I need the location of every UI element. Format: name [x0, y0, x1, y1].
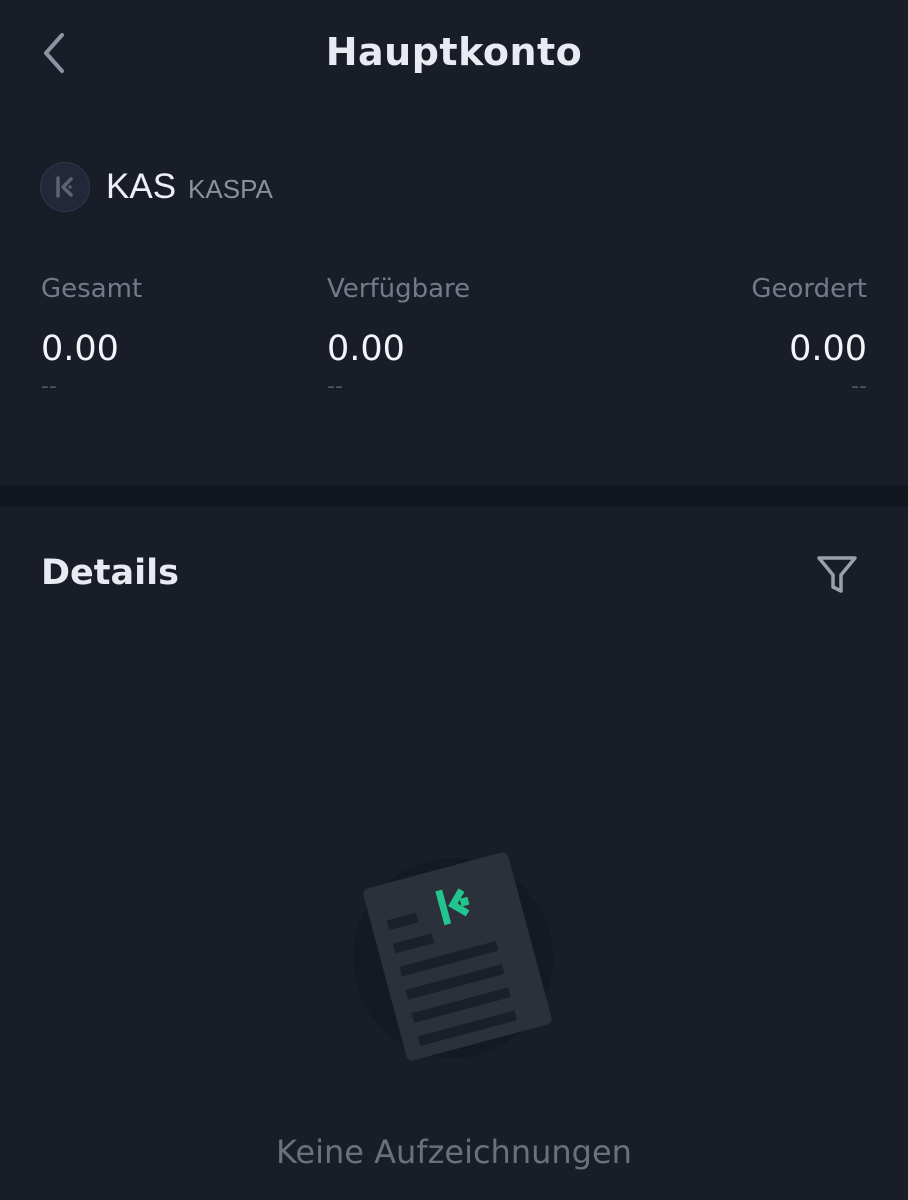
stat-total-label: Gesamt: [41, 274, 143, 304]
stat-available-fiat: --: [327, 374, 343, 399]
kucoin-logo-icon: [40, 162, 90, 212]
header: Hauptkonto: [0, 0, 908, 110]
stat-available: Verfügbare 0.00 --: [327, 272, 470, 400]
empty-document-icon: [340, 840, 570, 1070]
coin-header: KAS KASPA: [40, 162, 273, 212]
stat-total-fiat: --: [41, 374, 57, 399]
stat-ordered-label: Geordert: [751, 274, 867, 304]
page-title: Hauptkonto: [325, 30, 583, 74]
details-title: Details: [41, 553, 179, 593]
section-divider: [0, 486, 908, 506]
stat-available-value: 0.00: [327, 329, 405, 369]
filter-icon: [817, 556, 857, 593]
stat-total-value: 0.00: [41, 329, 119, 369]
empty-state-text: Keine Aufzeichnungen: [276, 1133, 632, 1171]
filter-button[interactable]: [812, 550, 862, 600]
stat-ordered-fiat: --: [851, 374, 867, 399]
coin-name: KASPA: [188, 173, 273, 204]
stat-total: Gesamt 0.00 --: [41, 272, 142, 400]
stat-ordered-value: 0.00: [789, 329, 867, 369]
coin-symbol: KAS: [106, 167, 177, 206]
stat-available-label: Verfügbare: [327, 274, 471, 304]
stat-ordered: Geordert 0.00 --: [751, 272, 867, 400]
